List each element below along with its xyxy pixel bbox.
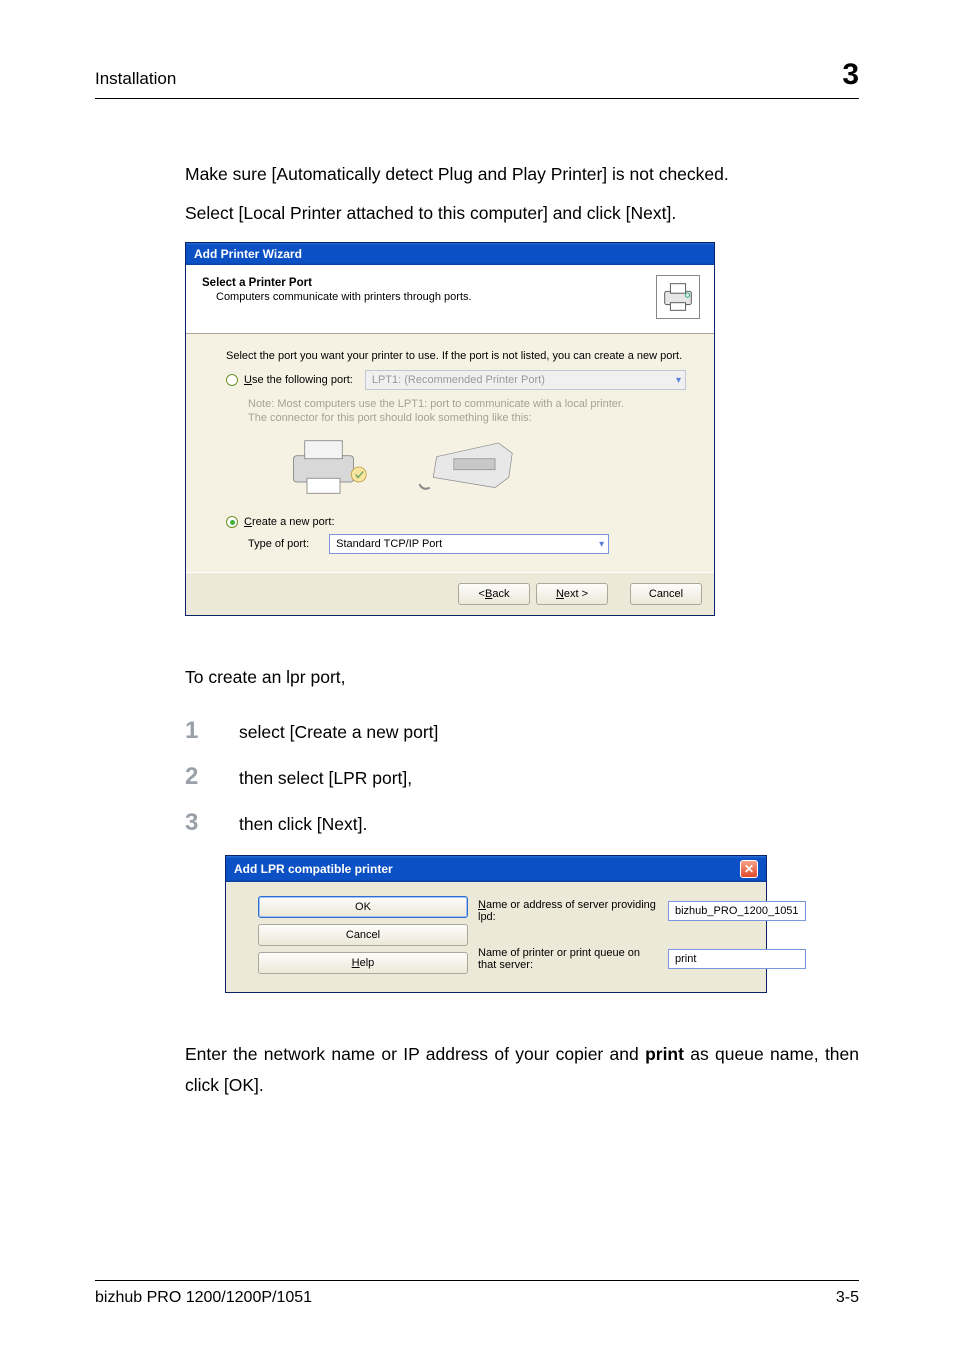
add-lpr-dialog: Add LPR compatible printer ✕ Name or add… xyxy=(225,855,767,993)
lead-text: To create an lpr port, xyxy=(185,662,859,693)
intro-line-1: Make sure [Automatically detect Plug and… xyxy=(185,159,859,190)
chevron-down-icon: ▾ xyxy=(676,375,681,386)
queue-name-input[interactable]: print xyxy=(668,949,806,969)
step-2: 2 then select [LPR port], xyxy=(185,763,859,791)
footer-left: bizhub PRO 1200/1200P/1051 xyxy=(95,1289,312,1307)
wizard-titlebar[interactable]: Add Printer Wizard xyxy=(186,243,714,265)
connector-illustration xyxy=(286,432,686,502)
intro-text: Make sure [Automatically detect Plug and… xyxy=(185,159,859,228)
lpr-body: Name or address of server providing lpd:… xyxy=(226,882,766,992)
type-of-port-dropdown[interactable]: Standard TCP/IP Port ▾ xyxy=(329,534,609,554)
use-following-port-value: LPT1: (Recommended Printer Port) xyxy=(372,374,545,386)
back-button[interactable]: < Back xyxy=(458,583,530,605)
page-footer: bizhub PRO 1200/1200P/1051 3-5 xyxy=(95,1280,859,1307)
wizard-header: Select a Printer Port Computers communic… xyxy=(186,265,714,334)
wizard-title: Add Printer Wizard xyxy=(194,247,302,261)
wizard-footer: < Back Next > Cancel xyxy=(186,572,714,615)
type-of-port-label: Type of port: xyxy=(248,538,309,550)
ok-button[interactable]: OK xyxy=(258,896,468,918)
cancel-button[interactable]: Cancel xyxy=(630,583,702,605)
outro-text: Enter the network name or IP address of … xyxy=(185,1039,859,1100)
step-text: then click [Next]. xyxy=(239,814,367,835)
wizard-note1: Note: Most computers use the LPT1: port … xyxy=(248,398,686,410)
page-header: Installation 3 xyxy=(95,58,859,99)
header-section: Installation xyxy=(95,69,176,89)
next-button[interactable]: Next > xyxy=(536,583,608,605)
wizard-note2: The connector for this port should look … xyxy=(248,412,686,424)
step-number: 3 xyxy=(185,809,205,837)
use-following-port-radio[interactable] xyxy=(226,374,238,386)
step-number: 1 xyxy=(185,717,205,745)
create-new-port-radio[interactable] xyxy=(226,516,238,528)
cancel-button[interactable]: Cancel xyxy=(258,924,468,946)
queue-name-label: Name of printer or print queue on that s… xyxy=(478,947,658,971)
lpr-title: Add LPR compatible printer xyxy=(234,862,393,876)
create-new-port-label: Create a new port: xyxy=(244,516,335,528)
step-text: select [Create a new port] xyxy=(239,722,438,743)
chevron-down-icon[interactable]: ▾ xyxy=(599,539,604,550)
printer-icon xyxy=(656,275,700,319)
header-chapter: 3 xyxy=(842,58,859,92)
close-icon[interactable]: ✕ xyxy=(740,860,758,878)
use-following-port-dropdown: LPT1: (Recommended Printer Port) ▾ xyxy=(365,370,686,390)
footer-right: 3-5 xyxy=(836,1289,859,1307)
wizard-body: Select the port you want your printer to… xyxy=(186,334,714,572)
add-printer-wizard-dialog: Add Printer Wizard Select a Printer Port… xyxy=(185,242,715,616)
use-following-port-label: Use the following port: xyxy=(244,374,353,386)
step-number: 2 xyxy=(185,763,205,791)
lpd-server-label: Name or address of server providing lpd: xyxy=(478,899,658,923)
wizard-heading: Select a Printer Port xyxy=(202,277,472,289)
step-3: 3 then click [Next]. xyxy=(185,809,859,837)
step-text: then select [LPR port], xyxy=(239,768,412,789)
step-1: 1 select [Create a new port] xyxy=(185,717,859,745)
lpr-titlebar[interactable]: Add LPR compatible printer ✕ xyxy=(226,856,766,882)
lpd-server-input[interactable]: bizhub_PRO_1200_1051 xyxy=(668,901,806,921)
help-button[interactable]: Help xyxy=(258,952,468,974)
type-of-port-value: Standard TCP/IP Port xyxy=(336,538,442,550)
steps-list: 1 select [Create a new port] 2 then sele… xyxy=(185,717,859,837)
wizard-instruction: Select the port you want your printer to… xyxy=(226,350,686,362)
wizard-subheading: Computers communicate with printers thro… xyxy=(216,291,472,303)
intro-line-2: Select [Local Printer attached to this c… xyxy=(185,198,859,229)
